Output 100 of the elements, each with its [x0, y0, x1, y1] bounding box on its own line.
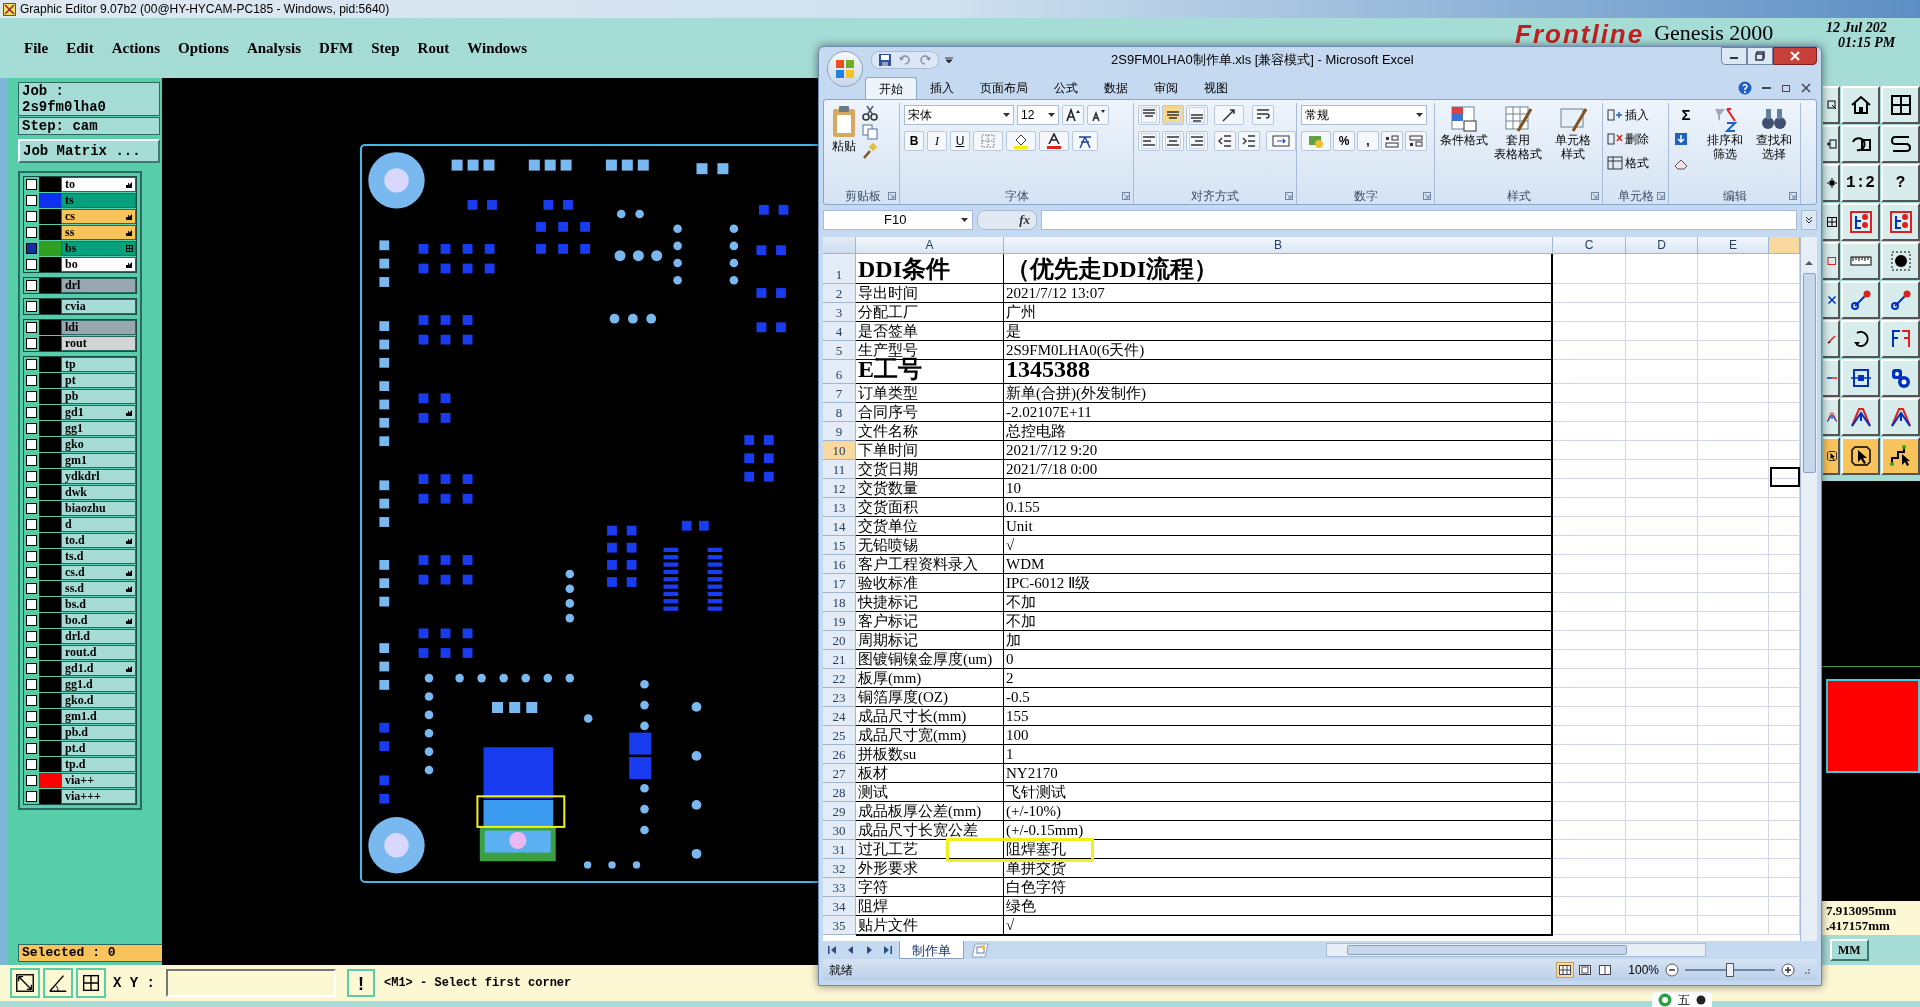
- row-header[interactable]: 3: [823, 303, 856, 322]
- ribbon-tab[interactable]: 开始: [865, 77, 917, 99]
- tool-button[interactable]: ?: [1881, 164, 1920, 202]
- row-header[interactable]: 10: [823, 441, 856, 460]
- column-header[interactable]: E: [1698, 237, 1769, 254]
- layer-name-field[interactable]: pb.d: [61, 725, 136, 740]
- layer-name-field[interactable]: gm1.d: [61, 709, 136, 724]
- name-box[interactable]: F10: [823, 210, 973, 230]
- tool-button[interactable]: 1:2: [1841, 164, 1880, 202]
- ribbon-tab[interactable]: 审阅: [1141, 77, 1191, 99]
- layer-name-field[interactable]: gg1.d: [61, 677, 136, 692]
- layer-name-field[interactable]: cs: [61, 209, 136, 224]
- layer-name-field[interactable]: rout.d: [61, 645, 136, 660]
- layer-name-field[interactable]: to.d: [61, 533, 136, 548]
- format-button[interactable]: B: [904, 131, 924, 151]
- layer-name-field[interactable]: ydkdrl: [61, 469, 136, 484]
- layer-name-field[interactable]: via++: [61, 773, 136, 788]
- layer-name-field[interactable]: pb: [61, 389, 136, 404]
- row-header[interactable]: 7: [823, 384, 856, 403]
- editing-button[interactable]: 查找和 选择: [1751, 103, 1796, 188]
- menu-item[interactable]: Rout: [417, 36, 450, 60]
- layer-name-field[interactable]: gko.d: [61, 693, 136, 708]
- row-header[interactable]: 16: [823, 555, 856, 574]
- row-header[interactable]: 15: [823, 536, 856, 555]
- styles-button[interactable]: 条件格式: [1439, 103, 1490, 188]
- layer-name-field[interactable]: ss: [61, 225, 136, 240]
- cells-button[interactable]: 删除: [1607, 128, 1649, 150]
- row-header[interactable]: 27: [823, 764, 856, 783]
- row-header[interactable]: 19: [823, 612, 856, 631]
- row-header[interactable]: 11: [823, 460, 856, 479]
- layer-name-field[interactable]: dwk: [61, 485, 136, 500]
- menu-item[interactable]: Windows: [467, 36, 527, 60]
- row-header[interactable]: 29: [823, 802, 856, 821]
- number-style-button[interactable]: ,: [1357, 131, 1379, 151]
- font-name-field[interactable]: 宋体: [904, 105, 1014, 125]
- row-header[interactable]: 18: [823, 593, 856, 612]
- ribbon-tab[interactable]: 公式: [1041, 77, 1091, 99]
- row-header[interactable]: 32: [823, 859, 856, 878]
- layer-name-field[interactable]: cvia: [61, 299, 136, 314]
- insert-function-button[interactable]: fx: [977, 210, 1037, 230]
- row-header[interactable]: 5: [823, 341, 856, 360]
- menu-item[interactable]: Step: [371, 36, 400, 60]
- row-header[interactable]: 9: [823, 422, 856, 441]
- job-matrix-button[interactable]: Job Matrix ...: [18, 139, 160, 163]
- layer-name-field[interactable]: bs: [61, 241, 136, 256]
- row-header[interactable]: 2: [823, 284, 856, 303]
- row-header[interactable]: 31: [823, 840, 856, 859]
- format-button[interactable]: I: [927, 131, 947, 151]
- layer-name-field[interactable]: gm1: [61, 453, 136, 468]
- layer-name-field[interactable]: pt.d: [61, 741, 136, 756]
- column-header[interactable]: D: [1626, 237, 1698, 254]
- units-button[interactable]: MM: [1830, 939, 1869, 961]
- layer-name-field[interactable]: gg1: [61, 421, 136, 436]
- column-header[interactable]: C: [1553, 237, 1626, 254]
- layer-name-field[interactable]: gd1: [61, 405, 136, 420]
- layer-name-field[interactable]: bo: [61, 257, 136, 272]
- layer-name-field[interactable]: gko: [61, 437, 136, 452]
- number-format-field[interactable]: 常规: [1301, 105, 1427, 125]
- layer-name-field[interactable]: d: [61, 517, 136, 532]
- cells-button[interactable]: 插入: [1607, 104, 1649, 126]
- editing-button[interactable]: 排序和 筛选: [1703, 103, 1748, 188]
- row-header[interactable]: 17: [823, 574, 856, 593]
- layer-name-field[interactable]: bo.d: [61, 613, 136, 628]
- cells-button[interactable]: 格式: [1607, 152, 1649, 174]
- menu-item[interactable]: Edit: [66, 36, 94, 60]
- layer-name-field[interactable]: tp.d: [61, 757, 136, 772]
- paste-button[interactable]: 粘贴: [830, 103, 858, 188]
- format-button[interactable]: U: [950, 131, 970, 151]
- row-header[interactable]: 13: [823, 498, 856, 517]
- layer-name-field[interactable]: cs.d: [61, 565, 136, 580]
- ribbon-tab[interactable]: 数据: [1091, 77, 1141, 99]
- row-header[interactable]: 12: [823, 479, 856, 498]
- row-header[interactable]: 14: [823, 517, 856, 536]
- layer-name-field[interactable]: bs.d: [61, 597, 136, 612]
- layer-name-field[interactable]: ss.d: [61, 581, 136, 596]
- row-header[interactable]: 1: [823, 254, 856, 284]
- number-style-button[interactable]: %: [1333, 131, 1355, 151]
- menu-item[interactable]: File: [24, 36, 49, 60]
- column-header[interactable]: B: [1004, 237, 1553, 254]
- styles-button[interactable]: 单元格 样式: [1547, 103, 1598, 188]
- row-header[interactable]: 23: [823, 688, 856, 707]
- row-header[interactable]: 22: [823, 669, 856, 688]
- menu-item[interactable]: Actions: [111, 36, 160, 60]
- row-header[interactable]: 30: [823, 821, 856, 840]
- layer-name-field[interactable]: via+++: [61, 789, 136, 804]
- row-header[interactable]: 33: [823, 878, 856, 897]
- autosum-button[interactable]: Σ: [1673, 104, 1699, 126]
- column-header[interactable]: A: [856, 237, 1004, 254]
- menu-item[interactable]: Options: [178, 36, 229, 60]
- row-header[interactable]: 35: [823, 916, 856, 935]
- row-header[interactable]: 24: [823, 707, 856, 726]
- alert-button[interactable]: !: [347, 969, 375, 997]
- row-header[interactable]: 25: [823, 726, 856, 745]
- row-header[interactable]: 8: [823, 403, 856, 422]
- font-size-field[interactable]: 12: [1017, 105, 1059, 125]
- layer-name-field[interactable]: tp: [61, 357, 136, 372]
- layer-name-field[interactable]: ts.d: [61, 549, 136, 564]
- layer-name-field[interactable]: biaozhu: [61, 501, 136, 516]
- layer-name-field[interactable]: ldi: [61, 320, 136, 335]
- ime-mode[interactable]: 五: [1678, 992, 1690, 1007]
